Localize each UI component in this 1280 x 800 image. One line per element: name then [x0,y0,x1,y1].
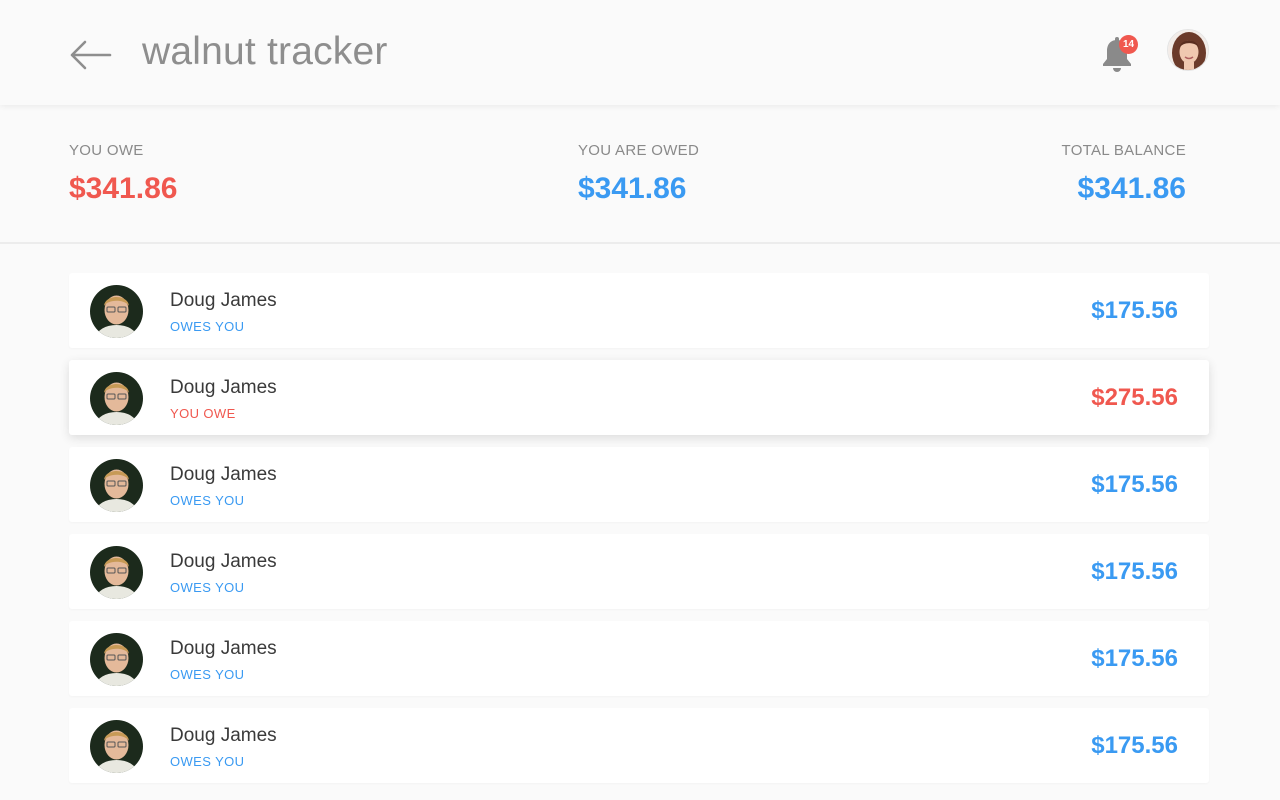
balance-summary: YOU OWE $341.86 YOU ARE OWED $341.86 TOT… [0,105,1280,244]
balance-amount: $175.56 [1091,645,1178,672]
avatar [90,372,143,425]
balance-list: Doug James OWES YOU $175.56 Doug James Y… [69,273,1209,795]
person-avatar-image [90,372,143,425]
you-owe-summary: YOU OWE $341.86 [69,142,177,206]
balance-amount: $175.56 [1091,297,1178,324]
avatar [90,459,143,512]
person-avatar-image [90,285,143,338]
avatar [90,285,143,338]
list-item[interactable]: Doug James OWES YOU $175.56 [69,621,1209,696]
person-name: Doug James [170,725,277,746]
user-avatar-image [1168,30,1208,70]
list-item[interactable]: Doug James YOU OWE $275.56 [69,360,1209,435]
you-owe-value: $341.86 [69,172,178,205]
arrow-left-icon [70,40,112,70]
you-are-owed-value: $341.86 [578,172,687,205]
back-button[interactable] [66,36,114,74]
balance-status: OWES YOU [170,667,245,682]
avatar [90,546,143,599]
balance-status: OWES YOU [170,493,245,508]
person-avatar-image [90,720,143,773]
avatar [90,633,143,686]
person-avatar-image [90,633,143,686]
balance-status: OWES YOU [170,754,245,769]
person-name: Doug James [170,377,277,398]
app-header: walnut tracker 14 [0,0,1280,105]
you-are-owed-label: YOU ARE OWED [578,142,700,159]
person-name: Doug James [170,290,277,311]
total-balance-label: TOTAL BALANCE [1061,142,1186,159]
person-avatar-image [90,459,143,512]
person-name: Doug James [170,638,277,659]
notification-badge: 14 [1119,35,1138,54]
balance-amount: $175.56 [1091,471,1178,498]
balance-status: OWES YOU [170,580,245,595]
list-item[interactable]: Doug James OWES YOU $175.56 [69,708,1209,783]
list-item[interactable]: Doug James OWES YOU $175.56 [69,534,1209,609]
total-balance-summary: TOTAL BALANCE $341.86 [1062,142,1187,206]
total-balance-value: $341.86 [1077,172,1186,205]
list-item[interactable]: Doug James OWES YOU $175.56 [69,447,1209,522]
balance-status: OWES YOU [170,319,245,334]
balance-amount: $175.56 [1091,558,1178,585]
balance-status: YOU OWE [170,406,236,421]
page-title: walnut tracker [142,30,388,73]
notifications-button[interactable]: 14 [1100,34,1138,74]
avatar [90,720,143,773]
person-name: Doug James [170,464,277,485]
person-avatar-image [90,546,143,599]
you-are-owed-summary: YOU ARE OWED $341.86 [578,142,699,206]
user-avatar[interactable] [1167,29,1209,71]
list-item[interactable]: Doug James OWES YOU $175.56 [69,273,1209,348]
balance-amount: $275.56 [1091,384,1178,411]
balance-amount: $175.56 [1091,732,1178,759]
you-owe-label: YOU OWE [69,142,144,159]
person-name: Doug James [170,551,277,572]
